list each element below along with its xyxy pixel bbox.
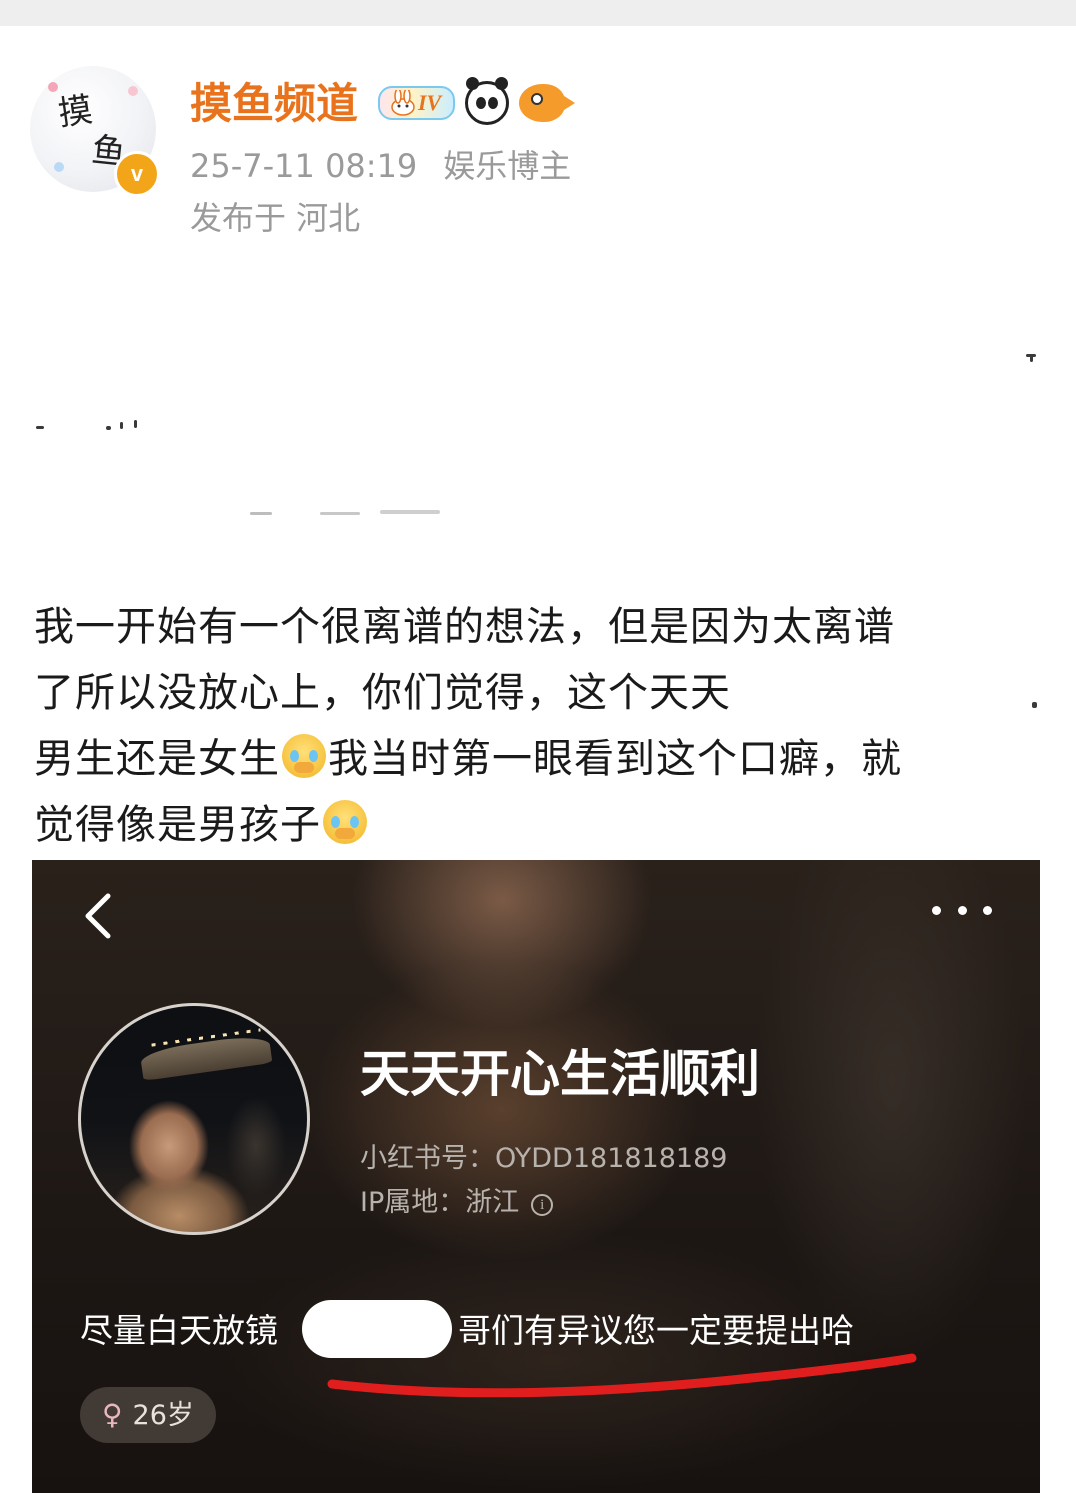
- post-text-line: 我一开始有一个很离谱的想法，但是因为太离谱: [34, 604, 895, 650]
- tearful-emoji-icon: [323, 800, 367, 844]
- bunny-level-icon[interactable]: IV: [378, 86, 456, 120]
- author-badges: IV: [378, 77, 576, 128]
- verified-badge-icon: v: [114, 151, 160, 197]
- avatar-flower-decoration: [128, 86, 138, 96]
- female-icon: ♀: [102, 1398, 123, 1431]
- weibo-post-page: 摸 鱼 v 摸鱼频道 IV 25-7-11 08:19娱乐博主 发布于 河北: [0, 0, 1076, 1493]
- bunny-icon: [391, 90, 415, 116]
- more-options-icon[interactable]: [932, 906, 992, 920]
- post-text-line: 觉得像是男孩子: [34, 792, 1044, 858]
- author-category: 娱乐博主: [443, 147, 572, 185]
- goldfish-icon[interactable]: [519, 84, 576, 122]
- redaction-residue: [380, 510, 440, 514]
- redaction-residue: [120, 422, 123, 429]
- ip-location-text: IP属地：浙江: [360, 1187, 520, 1218]
- bio-text-start: 尽量白天放镜: [80, 1311, 278, 1350]
- profile-bio: 尽量白天放镜 哥们有异议您一定要提出哈: [80, 1308, 854, 1354]
- author-name[interactable]: 摸鱼频道: [190, 76, 358, 132]
- avatar-text: 摸: [55, 89, 96, 135]
- redaction-residue: [320, 512, 360, 515]
- level-badge-text: IV: [418, 90, 442, 115]
- post-text-segment: 我当时第一眼看到这个口癖，就: [328, 736, 902, 782]
- gender-age-tag: ♀ 26岁: [80, 1387, 216, 1443]
- avatar-boat-graphic: [139, 1033, 273, 1081]
- top-strip: [0, 0, 1076, 26]
- redaction-residue: [134, 420, 137, 428]
- profile-nickname: 天天开心生活顺利: [360, 1045, 760, 1103]
- post-text-segment: 男生还是女生: [34, 736, 280, 782]
- post-text-segment: 了所以没放心上，你们觉得，这个天天: [34, 670, 731, 716]
- post-text-line: 男生还是女生 我当时第一眼看到这个口癖，就: [34, 726, 1044, 792]
- info-icon[interactable]: i: [531, 1194, 554, 1216]
- attached-screenshot[interactable]: 天天开心生活顺利 小红书号：OYDD181818189 IP属地：浙江 i 尽量白…: [32, 860, 1040, 1493]
- redaction-residue: [1030, 354, 1033, 362]
- post-time: 25-7-11 08:19: [190, 147, 418, 185]
- post-meta: 25-7-11 08:19 娱乐博主: [190, 146, 571, 186]
- profile-avatar[interactable]: [78, 1003, 310, 1235]
- back-arrow-icon[interactable]: [82, 892, 112, 940]
- post-text-line: 了所以没放心上，你们觉得，这个天天: [34, 660, 1044, 726]
- bio-text-end: 哥们有异议您一定要提出哈: [458, 1311, 854, 1350]
- post-body: 我一开始有一个很离谱的想法，但是因为太离谱 了所以没放心上，你们觉得，这个天天 …: [34, 594, 1044, 858]
- age-text: 26岁: [132, 1400, 194, 1431]
- redaction-residue: [250, 512, 272, 515]
- profile-id: 小红书号：OYDD181818189: [360, 1143, 728, 1174]
- panda-icon[interactable]: [465, 77, 510, 125]
- post-text-segment: 觉得像是男孩子: [34, 802, 321, 848]
- redaction-residue: [36, 426, 44, 429]
- profile-ip-location: IP属地：浙江 i: [360, 1185, 554, 1221]
- post-location: 发布于 河北: [190, 199, 361, 237]
- redaction-residue: [106, 426, 111, 430]
- tearful-emoji-icon: [282, 734, 326, 778]
- redaction-blot: [302, 1300, 452, 1358]
- avatar-flower-decoration: [54, 162, 64, 172]
